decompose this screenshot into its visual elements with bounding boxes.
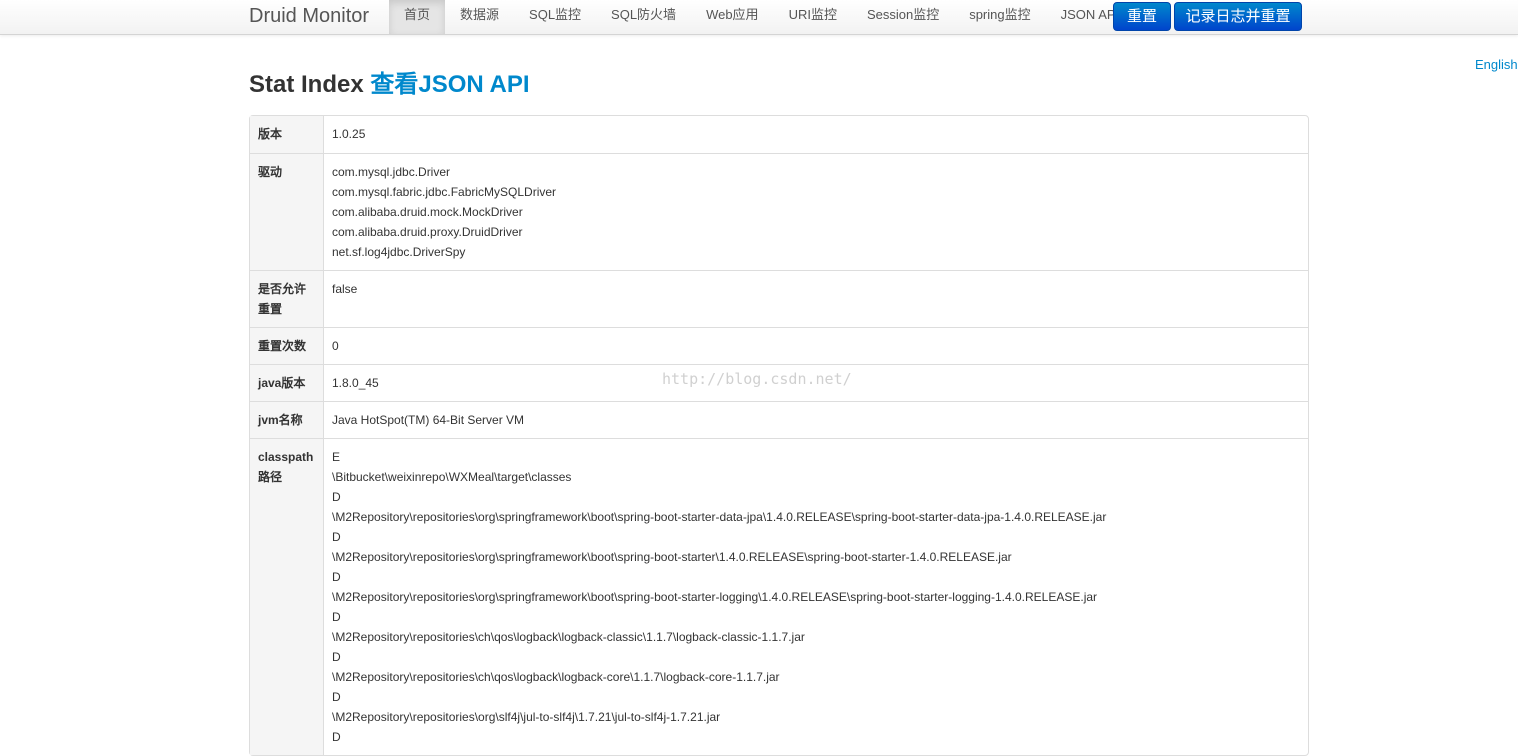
classpath-item: \M2Repository\repositories\org\springfra… <box>332 510 1107 524</box>
classpath-value: E \Bitbucket\weixinrepo\WXMeal\target\cl… <box>324 438 1308 755</box>
driver-item: com.mysql.jdbc.Driver <box>332 165 451 179</box>
classpath-item: D <box>332 530 341 544</box>
classpath-item: D <box>332 490 341 504</box>
table-row: 重置次数 0 <box>250 327 1308 364</box>
brand-logo[interactable]: Druid Monitor <box>249 4 369 28</box>
stat-index-table: 版本 1.0.25 驱动 com.mysql.jdbc.Driver com.m… <box>249 115 1309 756</box>
main-nav: 首页 数据源 SQL监控 SQL防火墙 Web应用 URI监控 Session监… <box>389 0 1134 34</box>
classpath-item: \M2Repository\repositories\ch\qos\logbac… <box>332 670 780 684</box>
classpath-item: D <box>332 610 341 624</box>
classpath-item: D <box>332 570 341 584</box>
reset-count-value: 0 <box>324 327 1308 364</box>
classpath-item: \M2Repository\repositories\ch\qos\logbac… <box>332 630 805 644</box>
classpath-item: E <box>332 450 341 464</box>
version-value: 1.0.25 <box>332 127 366 141</box>
classpath-item: \M2Repository\repositories\org\springfra… <box>332 550 1012 564</box>
classpath-item: D <box>332 730 341 744</box>
nav-item-web-app[interactable]: Web应用 <box>691 0 774 34</box>
driver-item: net.sf.log4jdbc.DriverSpy <box>332 245 466 259</box>
classpath-label: classpath路径 <box>250 438 324 755</box>
table-row: 版本 1.0.25 <box>250 116 1308 153</box>
nav-item-session-monitor[interactable]: Session监控 <box>852 0 954 34</box>
top-navbar: Druid Monitor 首页 数据源 SQL监控 SQL防火墙 Web应用 … <box>0 0 1518 35</box>
table-row: classpath路径 E \Bitbucket\weixinrepo\WXMe… <box>250 438 1308 755</box>
table-row: 是否允许重置 false <box>250 270 1308 327</box>
classpath-item: \M2Repository\repositories\org\springfra… <box>332 590 1098 604</box>
driver-item: com.mysql.fabric.jdbc.FabricMySQLDriver <box>332 185 557 199</box>
reset-enable-value: false <box>324 270 1308 327</box>
reset-enable-label: 是否允许重置 <box>250 270 324 327</box>
jvm-name-value: Java HotSpot(TM) 64-Bit Server VM <box>324 401 1308 438</box>
classpath-item: \M2Repository\repositories\org\slf4j\jul… <box>332 710 721 724</box>
log-and-reset-button[interactable]: 记录日志并重置 <box>1174 2 1302 31</box>
classpath-item: D <box>332 690 341 704</box>
drivers-label: 驱动 <box>250 153 324 270</box>
nav-item-spring-monitor[interactable]: spring监控 <box>954 0 1045 34</box>
reset-count-label: 重置次数 <box>250 327 324 364</box>
version-label: 版本 <box>250 116 324 153</box>
classpath-item: D <box>332 650 341 664</box>
page-title-text: Stat Index <box>249 71 364 98</box>
driver-item: com.alibaba.druid.proxy.DruidDriver <box>332 225 523 239</box>
nav-item-sql-monitor[interactable]: SQL监控 <box>514 0 596 34</box>
nav-item-datasource[interactable]: 数据源 <box>445 0 514 34</box>
language-link-english[interactable]: English <box>1475 57 1518 72</box>
drivers-value: com.mysql.jdbc.Driver com.mysql.fabric.j… <box>324 153 1308 270</box>
watermark: http://blog.csdn.net/ <box>662 370 852 388</box>
table-row: 驱动 com.mysql.jdbc.Driver com.mysql.fabri… <box>250 153 1308 270</box>
nav-item-sql-firewall[interactable]: SQL防火墙 <box>596 0 691 34</box>
page-title: Stat Index 查看JSON API <box>249 70 530 100</box>
jvm-name-label: jvm名称 <box>250 401 324 438</box>
driver-item: com.alibaba.druid.mock.MockDriver <box>332 205 523 219</box>
table-row: jvm名称 Java HotSpot(TM) 64-Bit Server VM <box>250 401 1308 438</box>
nav-item-uri-monitor[interactable]: URI监控 <box>774 0 852 34</box>
reset-button[interactable]: 重置 <box>1113 2 1171 31</box>
java-version-label: java版本 <box>250 364 324 401</box>
view-json-api-link[interactable]: 查看JSON API <box>370 71 529 98</box>
nav-item-home[interactable]: 首页 <box>389 0 446 34</box>
classpath-item: \Bitbucket\weixinrepo\WXMeal\target\clas… <box>332 470 572 484</box>
